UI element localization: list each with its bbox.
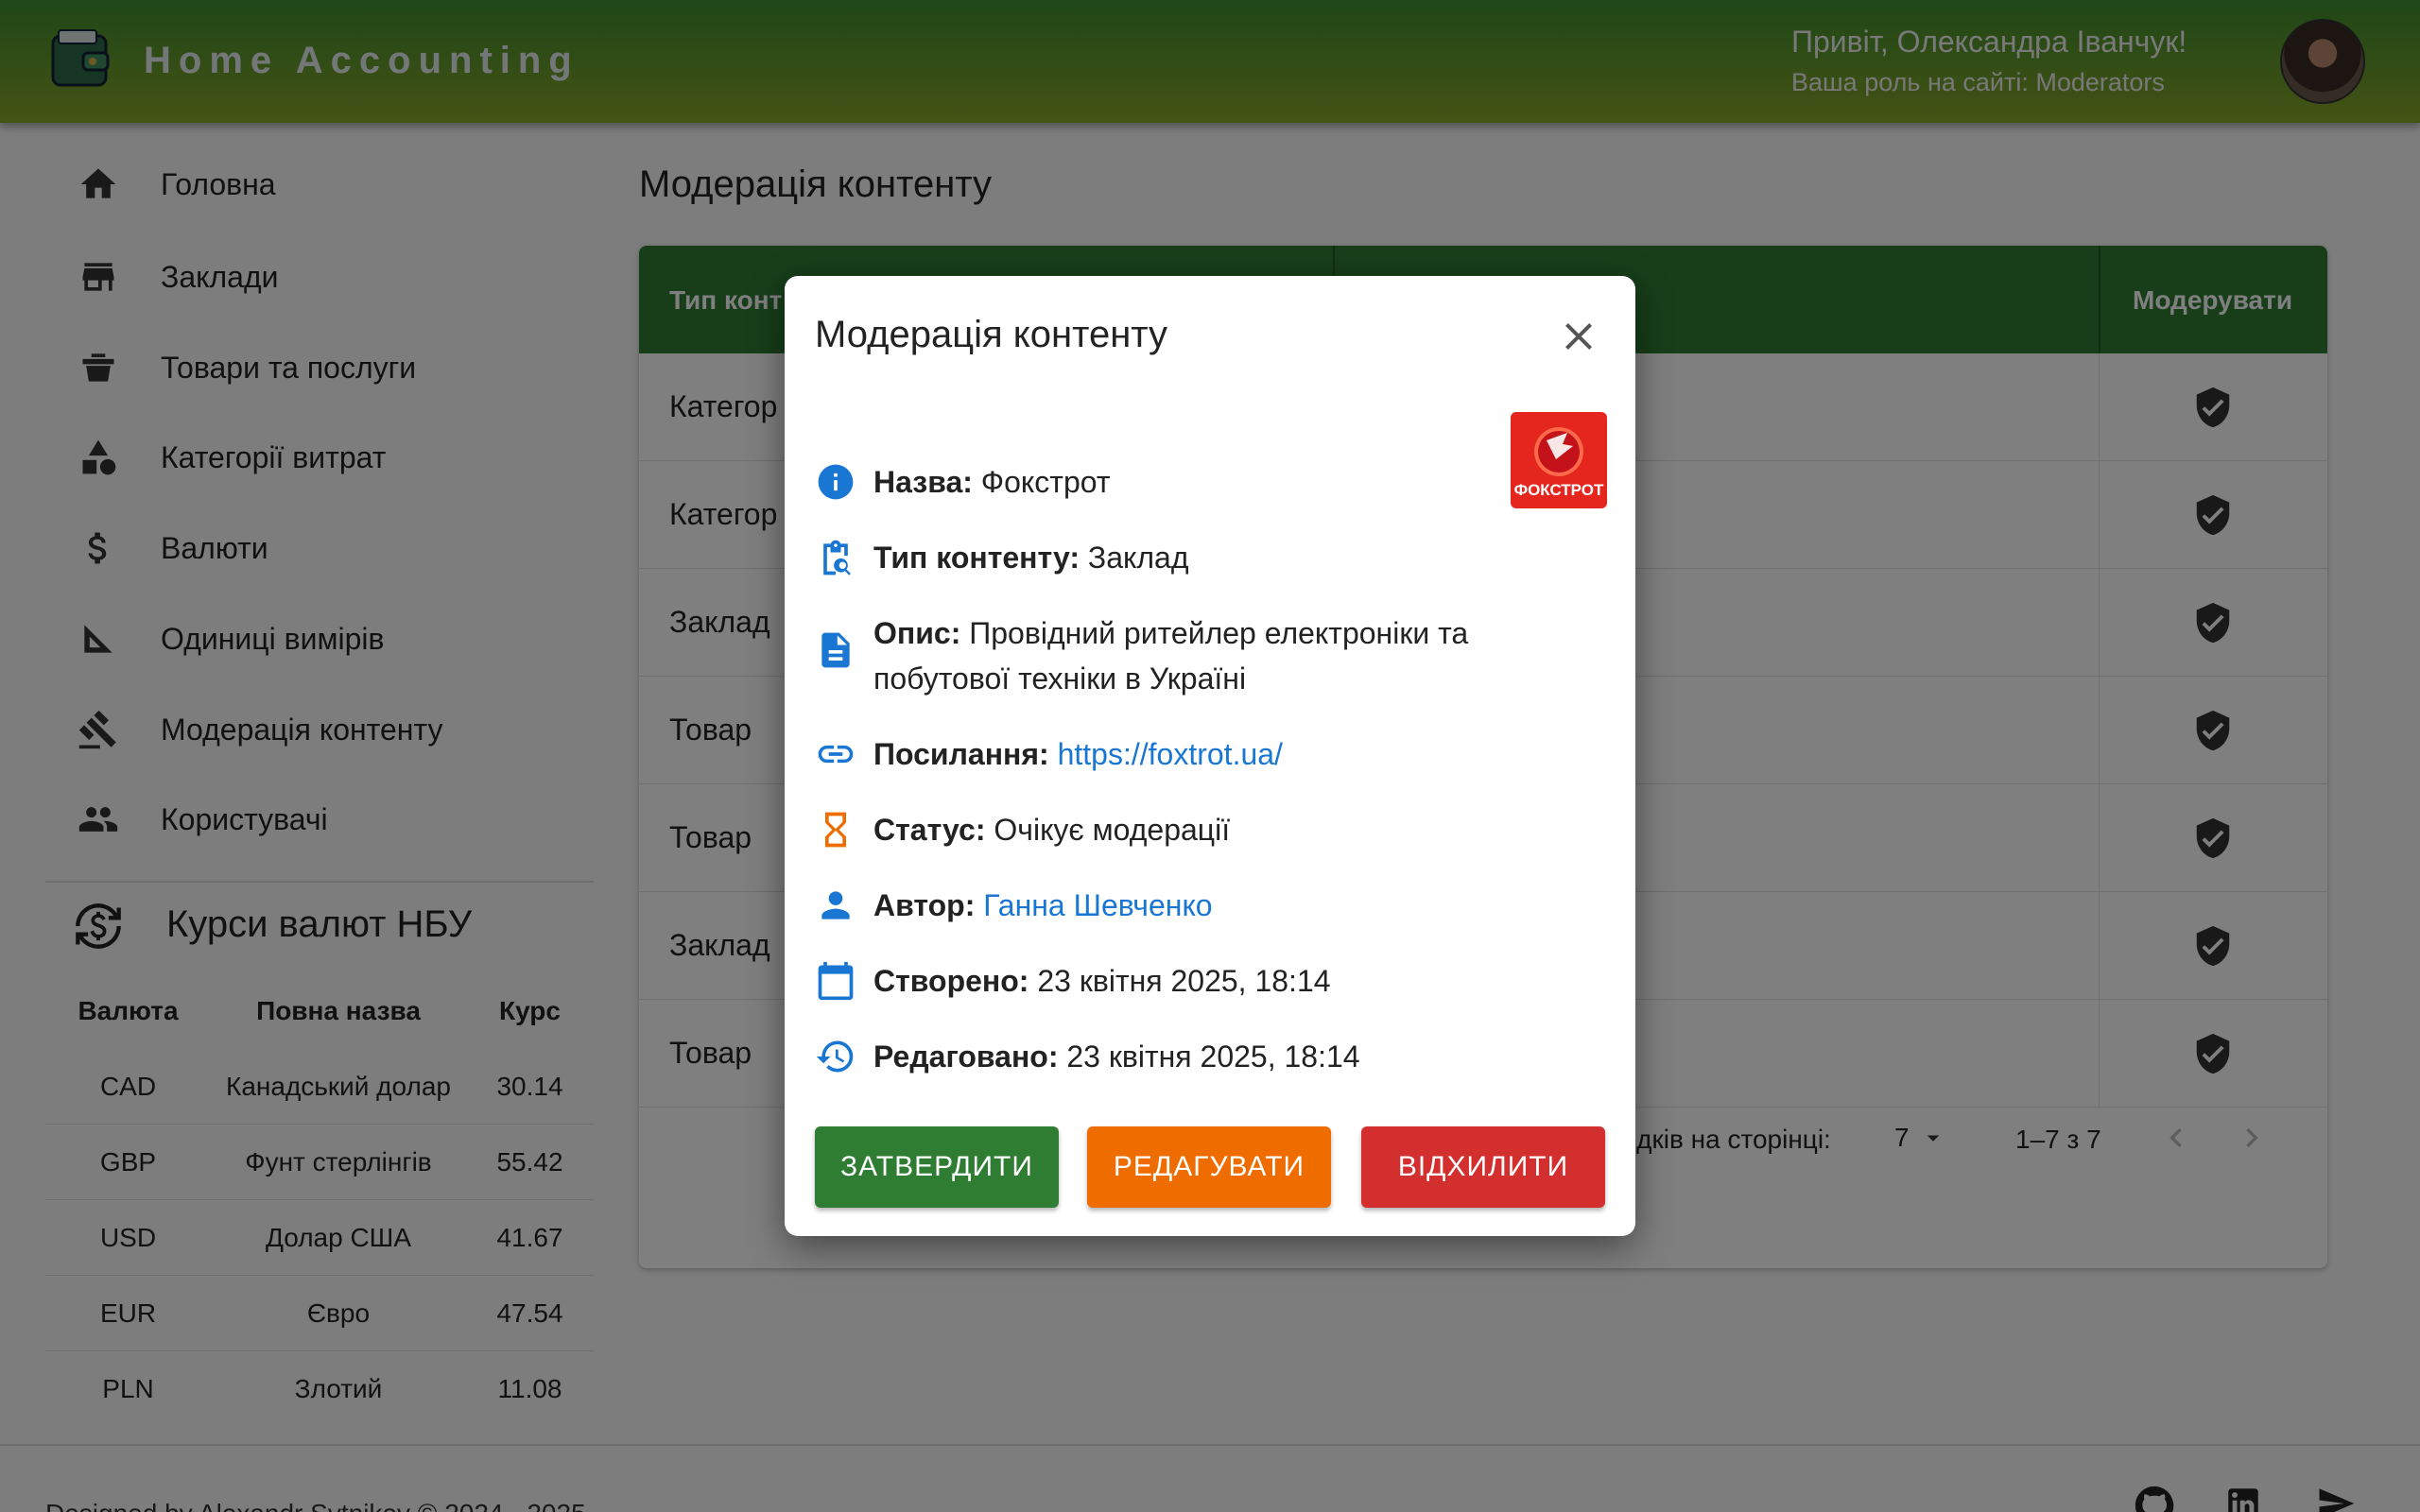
history-icon [815, 1034, 873, 1077]
created-value: 23 квітня 2025, 18:14 [1037, 964, 1331, 998]
moderation-dialog: Модерація контенту ФОКСТРОТ Назва: Фокст… [785, 276, 1635, 1236]
reject-button[interactable]: Відхилити [1361, 1126, 1605, 1208]
clipboard-search-icon [815, 535, 873, 578]
field-author: Автор: Ганна Шевченко [815, 883, 1599, 928]
field-name: Назва: Фокстрот [815, 459, 1599, 505]
description-value: Провідний ритейлер електроніки та побуто… [873, 616, 1469, 696]
field-link: Посилання: https://foxtrot.ua/ [815, 731, 1599, 777]
created-label: Створено: [873, 964, 1029, 998]
author-label: Автор: [873, 888, 976, 922]
person-icon [815, 883, 873, 926]
info-icon [815, 459, 873, 503]
name-label: Назва: [873, 465, 973, 499]
edit-button[interactable]: Редагувати [1087, 1126, 1331, 1208]
edited-value: 23 квітня 2025, 18:14 [1066, 1040, 1360, 1074]
field-created: Створено: 23 квітня 2025, 18:14 [815, 958, 1599, 1004]
field-status: Статус: Очікує модерації [815, 807, 1599, 852]
hourglass-icon [815, 807, 873, 850]
field-type: Тип контенту: Заклад [815, 535, 1599, 580]
description-label: Опис: [873, 616, 961, 650]
field-edited: Редаговано: 23 квітня 2025, 18:14 [815, 1034, 1599, 1079]
dialog-title: Модерація контенту [815, 314, 1168, 355]
close-icon[interactable] [1556, 314, 1601, 359]
link-label: Посилання: [873, 737, 1049, 771]
edited-label: Редаговано: [873, 1040, 1059, 1074]
type-value: Заклад [1087, 541, 1189, 575]
approve-button[interactable]: Затвердити [815, 1126, 1059, 1208]
author-link[interactable]: Ганна Шевченко [983, 888, 1212, 922]
name-value: Фокстрот [980, 465, 1111, 499]
field-description: Опис: Провідний ритейлер електроніки та … [815, 610, 1599, 701]
status-value: Очікує модерації [994, 813, 1231, 847]
document-icon [815, 610, 873, 671]
website-link[interactable]: https://foxtrot.ua/ [1058, 737, 1283, 771]
status-label: Статус: [873, 813, 986, 847]
calendar-icon [815, 958, 873, 1002]
type-label: Тип контенту: [873, 541, 1080, 575]
link-icon [815, 731, 873, 775]
